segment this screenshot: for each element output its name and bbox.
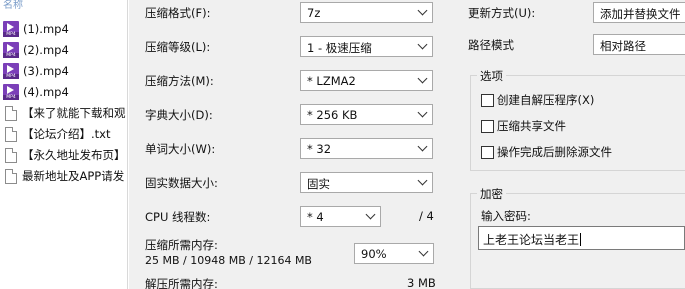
- file-item[interactable]: 最新地址及APP请发: [0, 166, 127, 186]
- cpu-threads-value: * 4: [307, 210, 324, 224]
- text-file-icon: [5, 105, 17, 121]
- chevron-down-icon: [417, 107, 428, 118]
- options-group-title: 选项: [477, 68, 506, 84]
- decompress-memory-value: 3 MB: [407, 276, 436, 289]
- chevron-down-icon: [417, 141, 428, 152]
- encryption-group-title: 加密: [477, 186, 506, 202]
- mp4-file-icon: MP4: [3, 63, 19, 79]
- compress-shared-label: 压缩共享文件: [497, 119, 566, 133]
- checkbox[interactable]: [481, 93, 494, 107]
- level-label: 压缩等级(L):: [145, 40, 211, 54]
- delete-after-label: 操作完成后删除源文件: [497, 145, 612, 159]
- file-name: (3).mp4: [23, 64, 69, 78]
- word-size-select[interactable]: * 32: [300, 138, 433, 159]
- add-to-archive-dialog: 压缩格式(F): 7z 压缩等级(L): 1 - 极速压缩 压缩方法(M): *…: [129, 0, 685, 289]
- chevron-down-icon: [417, 5, 428, 16]
- checkbox[interactable]: [481, 119, 494, 133]
- file-item[interactable]: 【永久地址发布页】: [0, 145, 127, 165]
- password-value: 上老王论坛当老王: [483, 233, 582, 247]
- chevron-down-icon: [365, 209, 376, 220]
- method-select[interactable]: * LZMA2: [300, 70, 433, 91]
- solid-block-select[interactable]: 固实: [300, 172, 433, 193]
- file-item[interactable]: MP4 (4).mp4: [0, 82, 127, 102]
- update-mode-value: 添加并替换文件: [600, 7, 681, 21]
- level-value: 1 - 极速压缩: [307, 41, 372, 55]
- text-caret: [580, 233, 582, 246]
- mp4-file-icon: MP4: [3, 21, 19, 37]
- level-select[interactable]: 1 - 极速压缩: [300, 36, 433, 57]
- method-value: * LZMA2: [307, 74, 356, 88]
- password-input[interactable]: 上老王论坛当老王: [478, 226, 685, 250]
- dictionary-select[interactable]: * 256 KB: [300, 104, 433, 125]
- solid-block-label: 固实数据大小:: [145, 176, 218, 190]
- update-mode-label: 更新方式(U):: [468, 6, 536, 20]
- path-mode-label: 路径模式: [468, 38, 514, 52]
- file-name: (1).mp4: [23, 22, 69, 36]
- file-name: 【论坛介绍】.txt: [22, 127, 111, 141]
- text-file-icon: [5, 147, 17, 163]
- text-file-icon: [5, 126, 17, 142]
- password-label: 输入密码:: [481, 209, 531, 223]
- mp4-file-icon: MP4: [3, 84, 19, 100]
- create-sfx-option[interactable]: 创建自解压程序(X): [481, 92, 594, 108]
- cpu-threads-select[interactable]: * 4: [300, 206, 381, 227]
- text-file-icon: [5, 168, 17, 184]
- file-list-pane: 名称 MP4 (1).mp4 MP4 (2).mp4 MP4 (3).mp4 M…: [0, 0, 128, 289]
- word-size-label: 单词大小(W):: [145, 142, 216, 156]
- dictionary-label: 字典大小(D):: [145, 108, 213, 122]
- dictionary-value: * 256 KB: [307, 108, 358, 122]
- file-name: 【来了就能下载和观: [22, 106, 126, 120]
- chevron-down-icon: [417, 73, 428, 84]
- chevron-down-icon: [417, 175, 428, 186]
- update-mode-select[interactable]: 添加并替换文件: [593, 2, 685, 23]
- file-list-header[interactable]: 名称: [0, 0, 127, 11]
- decompress-memory-label: 解压所需内存:: [145, 277, 218, 289]
- file-name: 最新地址及APP请发: [22, 169, 125, 183]
- file-item[interactable]: MP4 (3).mp4: [0, 61, 127, 81]
- memory-percent-select[interactable]: 90%: [354, 243, 434, 264]
- file-item[interactable]: MP4 (2).mp4: [0, 40, 127, 60]
- mp4-file-icon: MP4: [3, 42, 19, 58]
- path-mode-value: 相对路径: [600, 39, 646, 53]
- format-select[interactable]: 7z: [300, 2, 433, 23]
- cpu-threads-label: CPU 线程数:: [145, 210, 211, 224]
- compress-memory-detail: 25 MB / 10948 MB / 12164 MB: [145, 254, 312, 267]
- chevron-down-icon: [417, 39, 428, 50]
- chevron-down-icon: [418, 246, 429, 257]
- file-name: 【永久地址发布页】: [22, 148, 126, 162]
- file-name: (2).mp4: [23, 43, 69, 57]
- compress-memory-label: 压缩所需内存:: [145, 238, 218, 252]
- format-value: 7z: [307, 6, 321, 20]
- compress-shared-option[interactable]: 压缩共享文件: [481, 118, 566, 134]
- create-sfx-label: 创建自解压程序(X): [497, 93, 595, 107]
- path-mode-select[interactable]: 相对路径: [593, 34, 685, 55]
- file-item[interactable]: MP4 (1).mp4: [0, 19, 127, 39]
- file-item[interactable]: 【论坛介绍】.txt: [0, 124, 127, 144]
- file-name: (4).mp4: [23, 85, 69, 99]
- format-label: 压缩格式(F):: [145, 6, 211, 20]
- checkbox[interactable]: [481, 145, 494, 159]
- memory-percent-value: 90%: [361, 247, 387, 261]
- solid-block-value: 固实: [307, 177, 330, 191]
- word-size-value: * 32: [307, 142, 332, 156]
- method-label: 压缩方法(M):: [145, 74, 214, 88]
- cpu-threads-total: / 4: [419, 209, 434, 223]
- delete-after-option[interactable]: 操作完成后删除源文件: [481, 144, 612, 160]
- file-item[interactable]: 【来了就能下载和观: [0, 103, 127, 123]
